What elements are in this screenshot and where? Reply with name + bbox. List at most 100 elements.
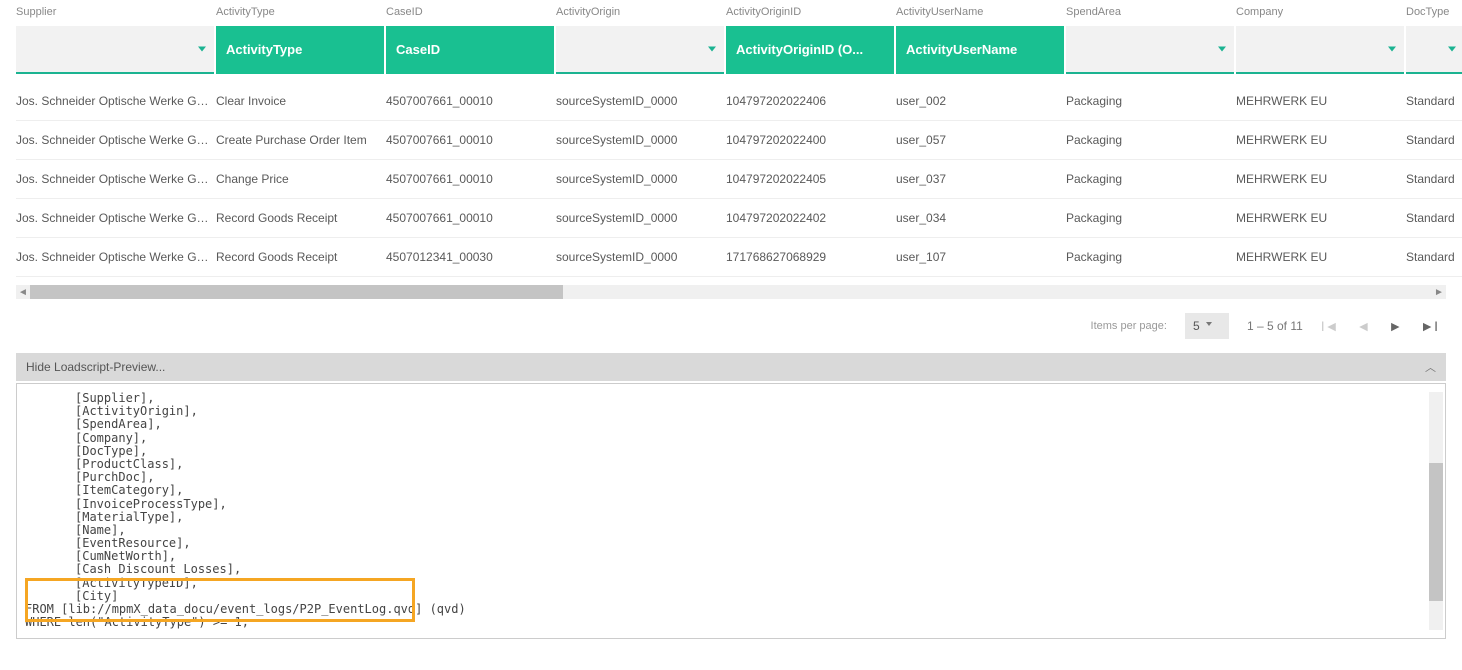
pagination-range: 1 – 5 of 11 — [1247, 319, 1303, 333]
loadscript-preview-toggle[interactable]: Hide Loadscript-Preview... ︿ — [16, 353, 1446, 381]
chevron-down-icon — [1388, 47, 1396, 52]
loadscript-preview-panel: [Supplier], [ActivityOrigin], [SpendArea… — [16, 383, 1446, 639]
chevron-down-icon — [198, 47, 206, 52]
cell-caseid: 4507012341_00030 — [386, 238, 556, 277]
items-per-page-select[interactable]: 5 — [1185, 313, 1229, 339]
pagination-bar: Items per page: 5 1 – 5 of 11 I◄ ◄ ► ►I — [0, 299, 1462, 349]
cell-company: MEHRWERK EU — [1236, 76, 1406, 121]
filter-label: ActivityType — [226, 42, 302, 57]
cell-activityoriginid: 104797202022400 — [726, 121, 896, 160]
column-header-activityoriginid[interactable]: ActivityOriginID — [726, 0, 896, 24]
cell-activityorigin: sourceSystemID_0000 — [556, 76, 726, 121]
filter-activitytype[interactable]: ActivityType — [216, 26, 384, 74]
column-header-company[interactable]: Company — [1236, 0, 1406, 24]
chevron-down-icon — [1206, 322, 1212, 326]
cell-supplier: Jos. Schneider Optische Werke GmbH — [16, 238, 216, 277]
cell-activityoriginid: 104797202022405 — [726, 160, 896, 199]
filter-activityusername[interactable]: ActivityUserName — [896, 26, 1064, 74]
data-table: SupplierActivityTypeCaseIDActivityOrigin… — [16, 0, 1462, 277]
table-row[interactable]: Jos. Schneider Optische Werke GmbHClear … — [16, 76, 1462, 121]
column-header-caseid[interactable]: CaseID — [386, 0, 556, 24]
cell-doctype: Standard — [1406, 160, 1462, 199]
chevron-down-icon — [1218, 47, 1226, 52]
filter-label: ActivityUserName — [906, 42, 1017, 57]
cell-spendarea: Packaging — [1066, 238, 1236, 277]
cell-supplier: Jos. Schneider Optische Werke GmbH — [16, 160, 216, 199]
cell-caseid: 4507007661_00010 — [386, 160, 556, 199]
column-header-doctype[interactable]: DocType — [1406, 0, 1462, 24]
filter-activityorigin[interactable] — [556, 26, 724, 74]
loadscript-code[interactable]: [Supplier], [ActivityOrigin], [SpendArea… — [25, 392, 1437, 630]
filter-caseid[interactable]: CaseID — [386, 26, 554, 74]
column-header-activitytype[interactable]: ActivityType — [216, 0, 386, 24]
cell-doctype: Standard — [1406, 238, 1462, 277]
column-header-spendarea[interactable]: SpendArea — [1066, 0, 1236, 24]
cell-activityusername: user_037 — [896, 160, 1066, 199]
cell-supplier: Jos. Schneider Optische Werke GmbH — [16, 199, 216, 238]
table-filter-row: ActivityType CaseID ActivityOriginID (O...… — [16, 24, 1462, 76]
cell-activityorigin: sourceSystemID_0000 — [556, 121, 726, 160]
cell-activityusername: user_107 — [896, 238, 1066, 277]
chevron-up-icon: ︿ — [1425, 359, 1436, 375]
cell-caseid: 4507007661_00010 — [386, 199, 556, 238]
cell-company: MEHRWERK EU — [1236, 160, 1406, 199]
horizontal-scrollbar[interactable]: ◄ ► — [16, 285, 1446, 299]
cell-activitytype: Record Goods Receipt — [216, 238, 386, 277]
table-row[interactable]: Jos. Schneider Optische Werke GmbHChange… — [16, 160, 1462, 199]
items-per-page-value: 5 — [1193, 319, 1200, 333]
filter-spendarea[interactable] — [1066, 26, 1234, 74]
filter-supplier[interactable] — [16, 26, 214, 74]
cell-activityoriginid: 104797202022406 — [726, 76, 896, 121]
cell-company: MEHRWERK EU — [1236, 199, 1406, 238]
cell-doctype: Standard — [1406, 199, 1462, 238]
scroll-left-icon[interactable]: ◄ — [16, 287, 30, 298]
page-last-icon[interactable]: ►I — [1420, 318, 1438, 334]
cell-activitytype: Record Goods Receipt — [216, 199, 386, 238]
cell-activityorigin: sourceSystemID_0000 — [556, 238, 726, 277]
cell-activityusername: user_057 — [896, 121, 1066, 160]
cell-activityusername: user_034 — [896, 199, 1066, 238]
cell-activitytype: Clear Invoice — [216, 76, 386, 121]
cell-activityorigin: sourceSystemID_0000 — [556, 160, 726, 199]
table-body: Jos. Schneider Optische Werke GmbHClear … — [16, 76, 1462, 277]
vertical-scrollbar[interactable] — [1429, 392, 1443, 630]
filter-label: CaseID — [396, 42, 440, 57]
page-prev-icon[interactable]: ◄ — [1357, 318, 1371, 334]
table-row[interactable]: Jos. Schneider Optische Werke GmbHRecord… — [16, 238, 1462, 277]
cell-activityoriginid: 171768627068929 — [726, 238, 896, 277]
cell-activityusername: user_002 — [896, 76, 1066, 121]
cell-supplier: Jos. Schneider Optische Werke GmbH — [16, 121, 216, 160]
items-per-page-label: Items per page: — [1091, 320, 1167, 332]
loadscript-preview-label: Hide Loadscript-Preview... — [26, 360, 165, 374]
cell-company: MEHRWERK EU — [1236, 238, 1406, 277]
table-row[interactable]: Jos. Schneider Optische Werke GmbHCreate… — [16, 121, 1462, 160]
cell-caseid: 4507007661_00010 — [386, 76, 556, 121]
cell-spendarea: Packaging — [1066, 160, 1236, 199]
vertical-scroll-thumb[interactable] — [1429, 463, 1443, 601]
chevron-down-icon — [708, 47, 716, 52]
column-header-supplier[interactable]: Supplier — [16, 0, 216, 24]
cell-caseid: 4507007661_00010 — [386, 121, 556, 160]
filter-doctype[interactable] — [1406, 26, 1462, 74]
chevron-down-icon — [1448, 47, 1456, 52]
cell-doctype: Standard — [1406, 76, 1462, 121]
cell-spendarea: Packaging — [1066, 199, 1236, 238]
cell-doctype: Standard — [1406, 121, 1462, 160]
filter-company[interactable] — [1236, 26, 1404, 74]
cell-activitytype: Change Price — [216, 160, 386, 199]
column-header-activityorigin[interactable]: ActivityOrigin — [556, 0, 726, 24]
page-next-icon[interactable]: ► — [1388, 318, 1402, 334]
cell-activitytype: Create Purchase Order Item — [216, 121, 386, 160]
column-header-activityusername[interactable]: ActivityUserName — [896, 0, 1066, 24]
page-first-icon[interactable]: I◄ — [1321, 318, 1339, 334]
scroll-thumb[interactable] — [30, 285, 563, 299]
filter-label: ActivityOriginID (O... — [736, 42, 863, 57]
cell-activityoriginid: 104797202022402 — [726, 199, 896, 238]
cell-company: MEHRWERK EU — [1236, 121, 1406, 160]
cell-supplier: Jos. Schneider Optische Werke GmbH — [16, 76, 216, 121]
filter-activityoriginid[interactable]: ActivityOriginID (O... — [726, 26, 894, 74]
cell-activityorigin: sourceSystemID_0000 — [556, 199, 726, 238]
table-header-row: SupplierActivityTypeCaseIDActivityOrigin… — [16, 0, 1462, 24]
table-row[interactable]: Jos. Schneider Optische Werke GmbHRecord… — [16, 199, 1462, 238]
scroll-right-icon[interactable]: ► — [1432, 287, 1446, 298]
